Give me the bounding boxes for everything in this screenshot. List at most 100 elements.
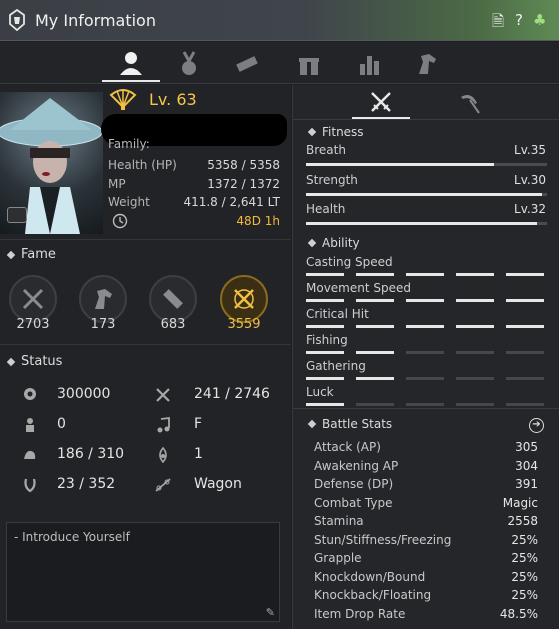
battle-stats-title: Battle Stats — [322, 417, 393, 431]
title-bar: My Information 🗎 ? ♣ — [0, 0, 559, 41]
battle-stat-value: 391 — [515, 477, 538, 491]
clover-icon[interactable]: ♣ — [533, 11, 546, 29]
ability-segment — [506, 325, 544, 328]
status-title: Status — [21, 354, 63, 369]
introduce-placeholder: - Introduce Yourself — [14, 530, 130, 544]
battle-stat-value: Magic — [502, 495, 538, 510]
battle-stat-value: 25% — [511, 588, 538, 602]
fame-header: Fame — [6, 247, 56, 262]
battle-stat-value: 304 — [515, 458, 538, 473]
tab-life-stats[interactable] — [440, 87, 498, 119]
ability-segment — [506, 273, 544, 276]
medal-icon — [182, 51, 196, 75]
ability-segment — [406, 377, 444, 380]
ability-label: Critical Hit — [306, 307, 369, 321]
playtime-value: 48D 1h — [236, 214, 280, 228]
contribution-fame[interactable]: 683 — [147, 275, 199, 332]
tab-profile[interactable] — [102, 46, 160, 82]
diamond-bullet-icon — [307, 238, 317, 248]
horse-shoe-icon — [24, 478, 36, 493]
ability-segment — [456, 273, 494, 276]
battle-stats-detail-button[interactable]: ➔ — [529, 418, 544, 433]
ability-segment — [356, 325, 394, 328]
status-header: Status — [6, 354, 63, 369]
contribution-fame-icon — [149, 275, 197, 323]
ability-segment — [456, 351, 494, 354]
tab-combat-stats[interactable] — [352, 87, 410, 119]
pencil-icon[interactable]: ✎ — [266, 606, 275, 619]
tab-graph[interactable] — [340, 46, 398, 82]
battle-stat-value: 25% — [511, 551, 538, 565]
battle-stat-label: Defense (DP) — [314, 477, 394, 491]
diamond-bullet-icon — [307, 127, 317, 137]
health-value: 5358 / 5358 — [207, 158, 280, 172]
tab-horse[interactable] — [398, 46, 456, 82]
battle-stat-value: 25% — [511, 532, 538, 547]
combat-fame-icon — [9, 275, 57, 323]
character-panel: Lv. 63 Family: Health (HP) 5358 / 5358 M… — [0, 85, 291, 629]
ability-segment — [456, 377, 494, 380]
ability-segment — [306, 299, 344, 302]
diamond-bullet-icon — [307, 419, 317, 429]
weight-value: 411.8 / 2,641 LT — [183, 195, 280, 209]
health-fitness-level: Lv.32 — [514, 202, 546, 216]
tools-value: 241 / 2746 — [194, 386, 270, 402]
ability-segment — [306, 325, 344, 328]
battle-stat-label: Awakening AP — [314, 458, 399, 473]
life-fame[interactable]: 173 — [77, 275, 129, 332]
ability-segment — [456, 403, 494, 406]
life-fame-value: 173 — [90, 317, 116, 332]
weight-row: Weight 411.8 / 2,641 LT — [108, 195, 280, 209]
fan-level-icon — [109, 89, 137, 110]
document-icon[interactable]: 🗎 — [492, 11, 504, 36]
health-row: Health (HP) 5358 / 5358 — [108, 158, 280, 172]
divider — [0, 344, 291, 345]
clock-icon — [112, 213, 128, 229]
horse-icon — [419, 54, 436, 74]
music-icon — [157, 417, 170, 433]
ability-segment — [306, 273, 344, 276]
battle-stat-label: Knockdown/Bound — [314, 569, 426, 584]
strength-value: 186 / 310 — [57, 446, 125, 462]
tab-gift[interactable] — [280, 46, 338, 82]
ability-segment — [356, 403, 394, 406]
ability-segment — [406, 351, 444, 354]
battle-stat-label: Attack (AP) — [314, 440, 381, 454]
tab-medal[interactable] — [160, 46, 218, 82]
battle-stat-value: 48.5% — [499, 606, 538, 621]
ability-label: Casting Speed — [306, 255, 393, 269]
ability-segment — [306, 403, 344, 406]
ability-segment — [356, 377, 394, 380]
battle-stat-label: Item Drop Rate — [314, 606, 406, 621]
sickle-icon — [461, 95, 480, 114]
character-level: Lv. 63 — [149, 90, 197, 109]
combat-fame[interactable]: 2703 — [7, 275, 59, 332]
wagon-icon — [155, 478, 171, 492]
health-label: Health (HP) — [108, 158, 177, 172]
battle-stats-header: Battle Stats — [307, 417, 393, 431]
camera-icon[interactable] — [7, 207, 27, 223]
battle-stat-label: Knockback/Floating — [314, 588, 432, 602]
tools-icon — [156, 388, 170, 402]
ability-label: Gathering — [306, 359, 366, 373]
bar-graph-icon — [360, 56, 379, 75]
ability-segment — [406, 403, 444, 406]
ability-segment — [506, 299, 544, 302]
help-icon[interactable]: ? — [515, 11, 523, 29]
bounty-icon — [26, 418, 34, 432]
fitness-title: Fitness — [322, 125, 364, 139]
battle-stat-label: Combat Type — [314, 495, 393, 510]
battle-stat-label: Stamina — [314, 514, 364, 528]
introduce-yourself-textarea[interactable]: - Introduce Yourself ✎ — [6, 522, 280, 622]
battle-stat-label: Grapple — [314, 551, 362, 565]
mp-label: MP — [108, 177, 126, 191]
total-fame[interactable]: 3559 — [218, 275, 270, 332]
tab-scroll[interactable] — [218, 46, 276, 82]
ability-header: Ability — [307, 236, 360, 250]
ability-label: Fishing — [306, 333, 348, 347]
contribution-icon — [159, 447, 167, 463]
ability-label: Luck — [306, 385, 334, 399]
ability-segment — [356, 299, 394, 302]
contribution-fame-value: 683 — [160, 317, 186, 332]
health-fitness-label: Health — [306, 202, 346, 216]
